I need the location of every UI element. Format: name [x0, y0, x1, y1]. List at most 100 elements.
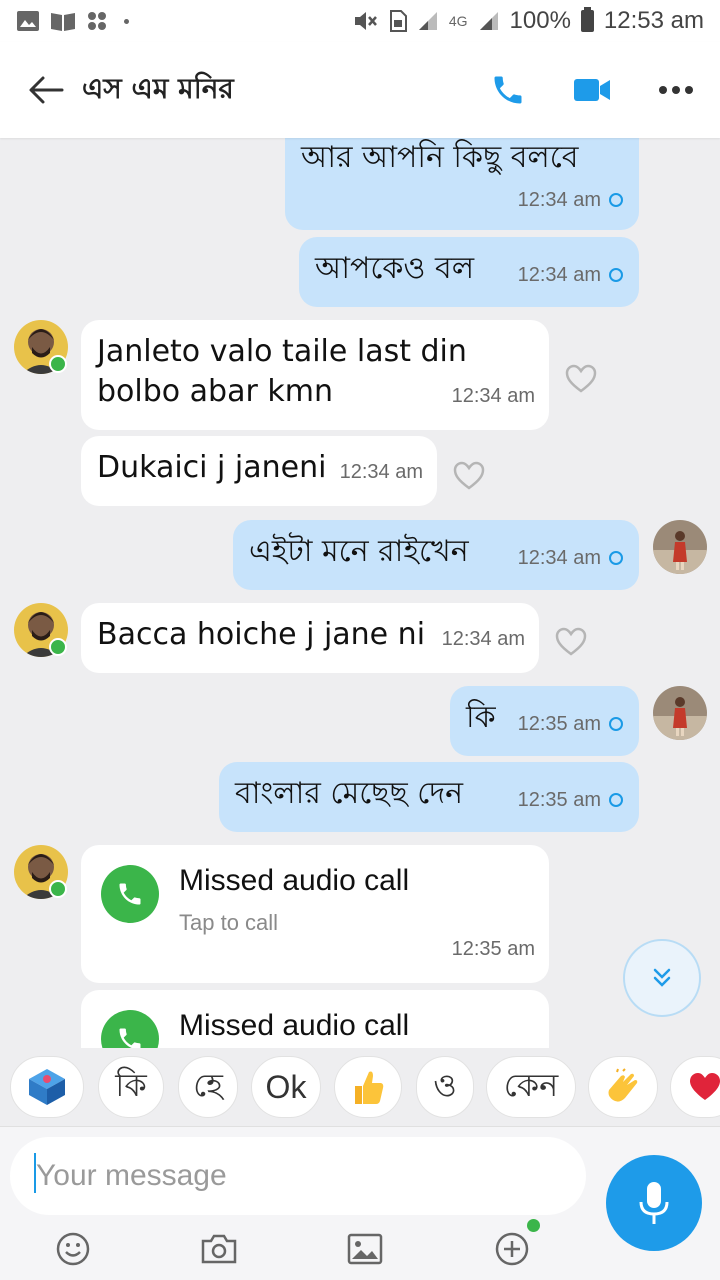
- message-text: Dukaici j janeni: [97, 450, 327, 485]
- message-time: 12:35 am: [517, 789, 601, 811]
- book-icon: [51, 13, 75, 31]
- phone-icon: [119, 1028, 141, 1048]
- message-time: 12:34 am: [517, 264, 601, 286]
- thumbs-up-icon: [355, 1071, 384, 1104]
- sim-icon: [389, 10, 407, 32]
- clapping-emoji-chip[interactable]: [588, 1056, 658, 1118]
- chat-header: এস এম মনির: [0, 42, 720, 138]
- back-arrow-icon: [29, 76, 64, 104]
- message-text: আর আপনি কিছু বলবে: [301, 140, 579, 175]
- sent-status-icon: [609, 193, 623, 207]
- notification-icons: [16, 10, 129, 32]
- cube-sticker-icon: [29, 1069, 65, 1105]
- image-icon: [347, 1233, 383, 1265]
- missed-call-card[interactable]: Missed audio call: [81, 990, 549, 1048]
- heart-icon[interactable]: [565, 364, 597, 394]
- message-text: কি: [466, 700, 496, 735]
- microphone-icon: [639, 1182, 669, 1224]
- heart-icon[interactable]: [453, 461, 485, 491]
- my-avatar-image: [653, 520, 707, 574]
- system-icons: 4G 100% 12:53 am: [353, 7, 704, 35]
- network-type: 4G: [448, 13, 468, 29]
- online-indicator: [49, 880, 67, 898]
- online-indicator: [49, 638, 67, 656]
- phone-icon: [494, 76, 522, 104]
- signal-icon-2: [479, 12, 498, 30]
- message-text: বাংলার মেছেছ দেন: [235, 776, 464, 811]
- quick-reply-chip[interactable]: কি: [98, 1056, 164, 1118]
- missed-call-card[interactable]: Missed audio call Tap to call 12:35 am: [81, 845, 549, 983]
- message-text-line-1: Janleto valo taile last din: [97, 334, 467, 369]
- text-cursor: [34, 1153, 36, 1193]
- call-title: Missed audio call: [179, 864, 410, 897]
- phone-icon: [119, 883, 141, 905]
- dot-icon: [124, 18, 129, 24]
- clock: 12:53 am: [603, 7, 704, 34]
- quick-reply-bar: কি হে Ok ও কেন: [0, 1048, 720, 1126]
- plus-circle-icon: [495, 1232, 529, 1266]
- gallery-icon: [17, 11, 39, 31]
- incoming-message[interactable]: Janleto valo taile last din bolbo abar k…: [81, 320, 549, 430]
- my-avatar[interactable]: [653, 520, 707, 574]
- double-chevron-down-icon: [653, 968, 671, 987]
- outgoing-message[interactable]: বাংলার মেছেছ দেন 12:35 am: [219, 762, 639, 832]
- voice-record-button[interactable]: [606, 1155, 702, 1251]
- clapping-hands-icon: [608, 1068, 638, 1102]
- call-subtitle: Tap to call: [179, 910, 279, 935]
- sent-status-icon: [609, 793, 623, 807]
- call-title: Missed audio call: [179, 1009, 410, 1042]
- thumbs-up-emoji-chip[interactable]: [334, 1056, 402, 1118]
- camera-button[interactable]: [199, 1229, 239, 1269]
- quick-reply-chip[interactable]: ও: [416, 1056, 474, 1118]
- signal-icon: [418, 12, 437, 30]
- message-text: আপকেও বল: [315, 251, 475, 286]
- online-indicator: [49, 355, 67, 373]
- sent-status-icon: [609, 551, 623, 565]
- incoming-message[interactable]: Dukaici j janeni 12:34 am: [81, 436, 437, 506]
- message-time: 12:34 am: [517, 189, 601, 211]
- camera-icon: [201, 1234, 237, 1264]
- battery-percent: 100%: [509, 7, 571, 34]
- status-bar: 4G 100% 12:53 am: [0, 0, 720, 42]
- emoji-button[interactable]: [53, 1229, 93, 1269]
- video-call-button[interactable]: [572, 70, 612, 110]
- battery-icon: [580, 7, 594, 32]
- sent-status-icon: [609, 717, 623, 731]
- message-time: 12:34 am: [339, 461, 423, 483]
- quick-reply-chip[interactable]: হে: [178, 1056, 238, 1118]
- message-time: 12:34 am: [517, 547, 601, 569]
- message-time: 12:34 am: [451, 385, 535, 407]
- outgoing-message[interactable]: আপকেও বল 12:34 am: [299, 237, 639, 307]
- apps-icon: [88, 12, 106, 30]
- new-indicator-dot: [527, 1219, 540, 1232]
- message-time: 12:34 am: [441, 628, 525, 650]
- scroll-to-bottom-button[interactable]: [623, 939, 701, 1017]
- message-time: 12:35 am: [517, 713, 601, 735]
- outgoing-message[interactable]: আর আপনি কিছু বলবে 12:34 am: [285, 138, 639, 230]
- my-avatar-image: [653, 686, 707, 740]
- quick-reply-chip[interactable]: Ok: [251, 1056, 321, 1118]
- sticker-button[interactable]: [10, 1056, 84, 1118]
- my-avatar[interactable]: [653, 686, 707, 740]
- contact-name[interactable]: এস এম মনির: [82, 67, 234, 114]
- message-text: এইটা মনে রাইখেন: [249, 534, 469, 569]
- heart-icon[interactable]: [555, 627, 587, 657]
- add-attachment-button[interactable]: [492, 1229, 532, 1269]
- message-input[interactable]: Your message: [10, 1137, 586, 1215]
- heart-emoji-icon: [690, 1073, 720, 1100]
- gallery-button[interactable]: [345, 1229, 385, 1269]
- audio-call-button[interactable]: [488, 70, 528, 110]
- sent-status-icon: [609, 268, 623, 282]
- video-camera-icon: [574, 79, 610, 101]
- more-options-button[interactable]: [656, 70, 696, 110]
- heart-emoji-chip[interactable]: [670, 1056, 720, 1118]
- outgoing-message[interactable]: এইটা মনে রাইখেন 12:34 am: [233, 520, 639, 590]
- outgoing-message[interactable]: কি 12:35 am: [450, 686, 639, 756]
- quick-reply-chip[interactable]: কেন: [486, 1056, 576, 1118]
- more-dots-icon: [659, 86, 693, 94]
- back-button[interactable]: [24, 68, 68, 112]
- incoming-message[interactable]: Bacca hoiche j jane ni 12:34 am: [81, 603, 539, 673]
- smiley-icon: [56, 1232, 90, 1266]
- call-icon-circle: [101, 865, 159, 923]
- message-list[interactable]: আর আপনি কিছু বলবে 12:34 am আপকেও বল 12:3…: [0, 138, 720, 1048]
